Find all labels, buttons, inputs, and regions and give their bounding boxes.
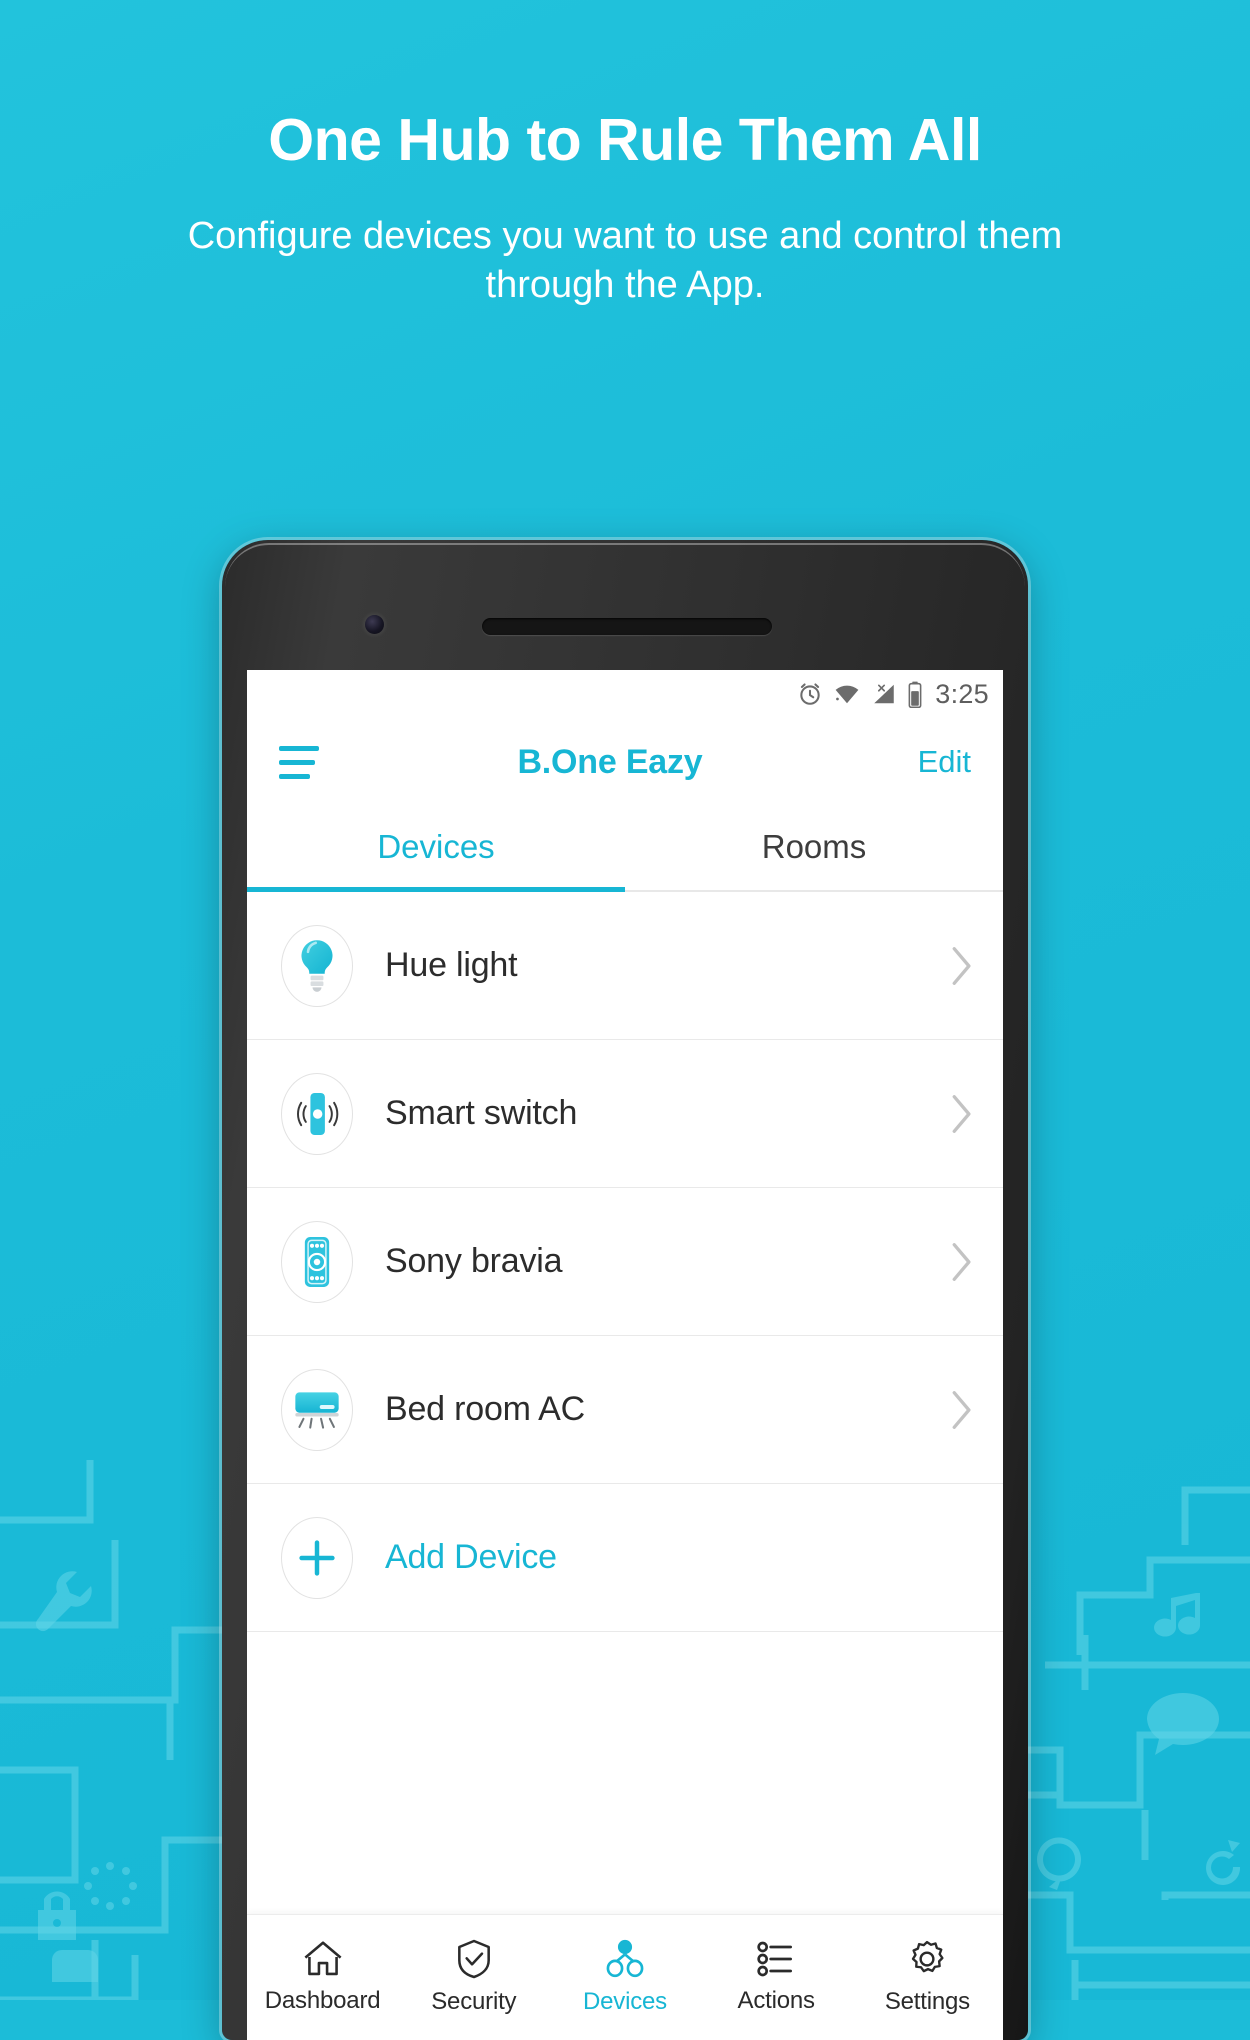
device-row-sony-bravia[interactable]: Sony bravia <box>247 1188 1003 1336</box>
devices-node-icon <box>606 1939 644 1978</box>
status-bar-time: 3:25 <box>935 678 989 709</box>
page-title: One Hub to Rule Them All <box>268 107 982 173</box>
tab-rooms[interactable]: Rooms <box>625 806 1003 890</box>
list-icon <box>757 1941 793 1977</box>
device-row-bed-room-ac[interactable]: Bed room AC <box>247 1336 1003 1484</box>
device-label: Sony bravia <box>385 1242 563 1280</box>
nav-item-security[interactable]: Security <box>398 1915 549 2040</box>
add-device-label: Add Device <box>385 1538 557 1576</box>
phone-mockup: 3:25 B.One Eazy Edit Devices Rooms Hue l… <box>222 540 1028 2040</box>
nav-label: Settings <box>884 1988 970 2015</box>
nav-item-actions[interactable]: Actions <box>701 1915 852 2040</box>
add-device-row[interactable]: Add Device <box>247 1484 1003 1632</box>
device-row-smart-switch[interactable]: Smart switch <box>247 1040 1003 1188</box>
device-label: Smart switch <box>385 1094 578 1132</box>
tab-devices[interactable]: Devices <box>247 806 625 892</box>
device-label: Bed room AC <box>385 1390 586 1428</box>
wifi-icon <box>835 685 859 704</box>
chevron-right-icon <box>952 946 971 985</box>
front-camera-icon <box>365 615 384 634</box>
alarm-icon <box>800 683 820 705</box>
nav-label: Actions <box>737 1987 816 2014</box>
chevron-right-icon <box>952 1242 971 1281</box>
nav-label: Dashboard <box>264 1987 381 2014</box>
nav-item-settings[interactable]: Settings <box>852 1915 1003 2040</box>
chevron-right-icon <box>952 1390 971 1429</box>
phone-screen: 3:25 B.One Eazy Edit Devices Rooms Hue l… <box>247 670 1003 2040</box>
nav-label: Devices <box>583 1988 667 2015</box>
battery-icon <box>908 681 922 708</box>
device-row-hue-light[interactable]: Hue light <box>247 892 1003 1040</box>
hamburger-menu-icon[interactable] <box>279 745 327 779</box>
air-conditioner-icon <box>281 1368 353 1451</box>
tab-bar: Devices Rooms <box>247 806 1003 892</box>
plus-icon <box>281 1516 353 1599</box>
shield-check-icon <box>457 1939 490 1979</box>
page-subtitle: Configure devices you want to use and co… <box>187 215 1063 306</box>
home-icon <box>304 1941 342 1976</box>
earpiece-speaker <box>482 618 772 635</box>
app-bar: B.One Eazy Edit <box>247 718 1003 806</box>
edit-button[interactable]: Edit <box>893 744 971 780</box>
app-title: B.One Eazy <box>517 742 703 781</box>
chevron-right-icon <box>952 1094 971 1133</box>
nav-label: Security <box>431 1988 517 2015</box>
nav-item-dashboard[interactable]: Dashboard <box>247 1915 398 2040</box>
cellular-off-icon <box>874 684 894 704</box>
nav-item-devices[interactable]: Devices <box>549 1915 700 2040</box>
gear-icon <box>912 1940 944 1973</box>
smart-switch-icon <box>281 1072 353 1155</box>
light-bulb-icon <box>281 924 353 1007</box>
device-label: Hue light <box>385 946 518 984</box>
remote-control-icon <box>281 1220 353 1303</box>
status-bar: 3:25 <box>247 670 1003 718</box>
bottom-navigation-bar: Dashboard Security Devices Actions Setti… <box>247 1914 1003 2040</box>
device-list: Hue light Smart switch Sony bravia Bed r… <box>247 892 1003 1914</box>
